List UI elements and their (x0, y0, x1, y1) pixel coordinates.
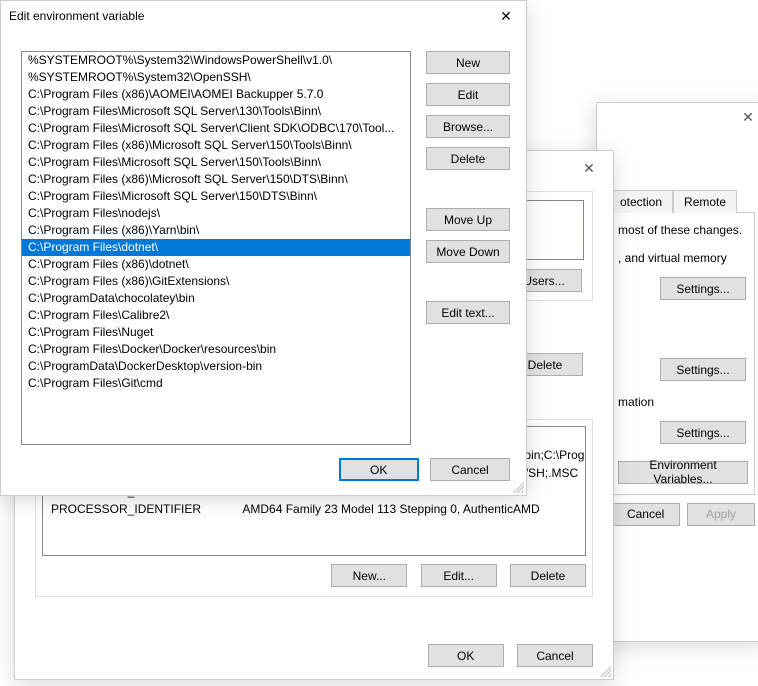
admin-msg: most of these changes. (618, 223, 746, 237)
path-list-item[interactable]: C:\Program Files\Nuget (22, 324, 410, 341)
sys-new-button[interactable]: New... (331, 564, 407, 587)
move-up-button[interactable]: Move Up (426, 208, 510, 231)
path-list-item[interactable]: C:\Program Files\Docker\Docker\resources… (22, 341, 410, 358)
sys-edit-button[interactable]: Edit... (421, 564, 497, 587)
path-list-item[interactable]: C:\Program Files (x86)\GitExtensions\ (22, 273, 410, 290)
path-list-item[interactable]: C:\Program Files\Microsoft SQL Server\15… (22, 154, 410, 171)
move-down-button[interactable]: Move Down (426, 240, 510, 263)
system-properties-window: ✕ otection Remote most of these changes.… (596, 102, 758, 642)
path-list-item[interactable]: C:\Program Files\Git\cmd (22, 375, 410, 392)
path-list-item[interactable]: C:\ProgramData\chocolatey\bin (22, 290, 410, 307)
path-list-item[interactable]: C:\Program Files\Microsoft SQL Server\15… (22, 188, 410, 205)
path-list-item[interactable]: C:\Program Files (x86)\Microsoft SQL Ser… (22, 171, 410, 188)
resize-grip[interactable] (510, 479, 524, 493)
new-button[interactable]: New (426, 51, 510, 74)
path-list-item[interactable]: C:\Program Files (x86)\Yarn\bin\ (22, 222, 410, 239)
tabs: otection Remote (609, 189, 755, 213)
sysprop-apply-button: Apply (687, 503, 755, 526)
path-list-item[interactable]: C:\Program Files\Microsoft SQL Server\Cl… (22, 120, 410, 137)
close-icon[interactable]: ✕ (569, 153, 609, 183)
cancel-button[interactable]: Cancel (430, 458, 510, 481)
path-list-item[interactable]: C:\Program Files\nodejs\ (22, 205, 410, 222)
close-icon[interactable]: ✕ (486, 1, 526, 31)
edit-button[interactable]: Edit (426, 83, 510, 106)
path-list-item[interactable]: C:\Program Files (x86)\dotnet\ (22, 256, 410, 273)
envvars-ok-button[interactable]: OK (428, 644, 504, 667)
delete-button[interactable]: Delete (426, 147, 510, 170)
tab-remote[interactable]: Remote (673, 190, 737, 213)
envvars-cancel-button[interactable]: Cancel (517, 644, 593, 667)
path-list-item[interactable]: %SYSTEMROOT%\System32\WindowsPowerShell\… (22, 52, 410, 69)
sys-delete-button[interactable]: Delete (510, 564, 586, 587)
perf-label: , and virtual memory (618, 251, 746, 265)
env-vars-button[interactable]: Environment Variables... (618, 461, 748, 484)
path-list-item[interactable]: C:\Program Files\Calibre2\ (22, 307, 410, 324)
path-list-item[interactable]: %SYSTEMROOT%\System32\OpenSSH\ (22, 69, 410, 86)
path-list-item[interactable]: C:\Program Files\dotnet\ (22, 239, 410, 256)
perf-settings-button[interactable]: Settings... (660, 277, 746, 300)
profiles-settings-button[interactable]: Settings... (660, 358, 746, 381)
path-list-item[interactable]: C:\Program Files\Microsoft SQL Server\13… (22, 103, 410, 120)
ok-button[interactable]: OK (339, 458, 419, 481)
path-list-item[interactable]: C:\Program Files (x86)\AOMEI\AOMEI Backu… (22, 86, 410, 103)
browse-button[interactable]: Browse... (426, 115, 510, 138)
dialog-title: Edit environment variable (9, 9, 144, 23)
var-name: PROCESSOR_IDENTIFIER (45, 501, 234, 517)
startup-label: mation (618, 395, 746, 409)
path-list[interactable]: %SYSTEMROOT%\System32\WindowsPowerShell\… (21, 51, 411, 445)
tab-protection[interactable]: otection (609, 190, 673, 213)
edit-env-var-window: Edit environment variable ✕ %SYSTEMROOT%… (0, 0, 527, 496)
edit-text-button[interactable]: Edit text... (426, 301, 510, 324)
path-list-item[interactable]: C:\ProgramData\DockerDesktop\version-bin (22, 358, 410, 375)
close-icon[interactable]: ✕ (735, 107, 758, 127)
var-value: AMD64 Family 23 Model 113 Stepping 0, Au… (236, 501, 586, 517)
resize-grip[interactable] (597, 663, 611, 677)
table-row[interactable]: PROCESSOR_IDENTIFIERAMD64 Family 23 Mode… (45, 501, 586, 517)
sysprop-cancel-button[interactable]: Cancel (612, 503, 680, 526)
startup-settings-button[interactable]: Settings... (660, 421, 746, 444)
path-list-item[interactable]: C:\Program Files (x86)\Microsoft SQL Ser… (22, 137, 410, 154)
